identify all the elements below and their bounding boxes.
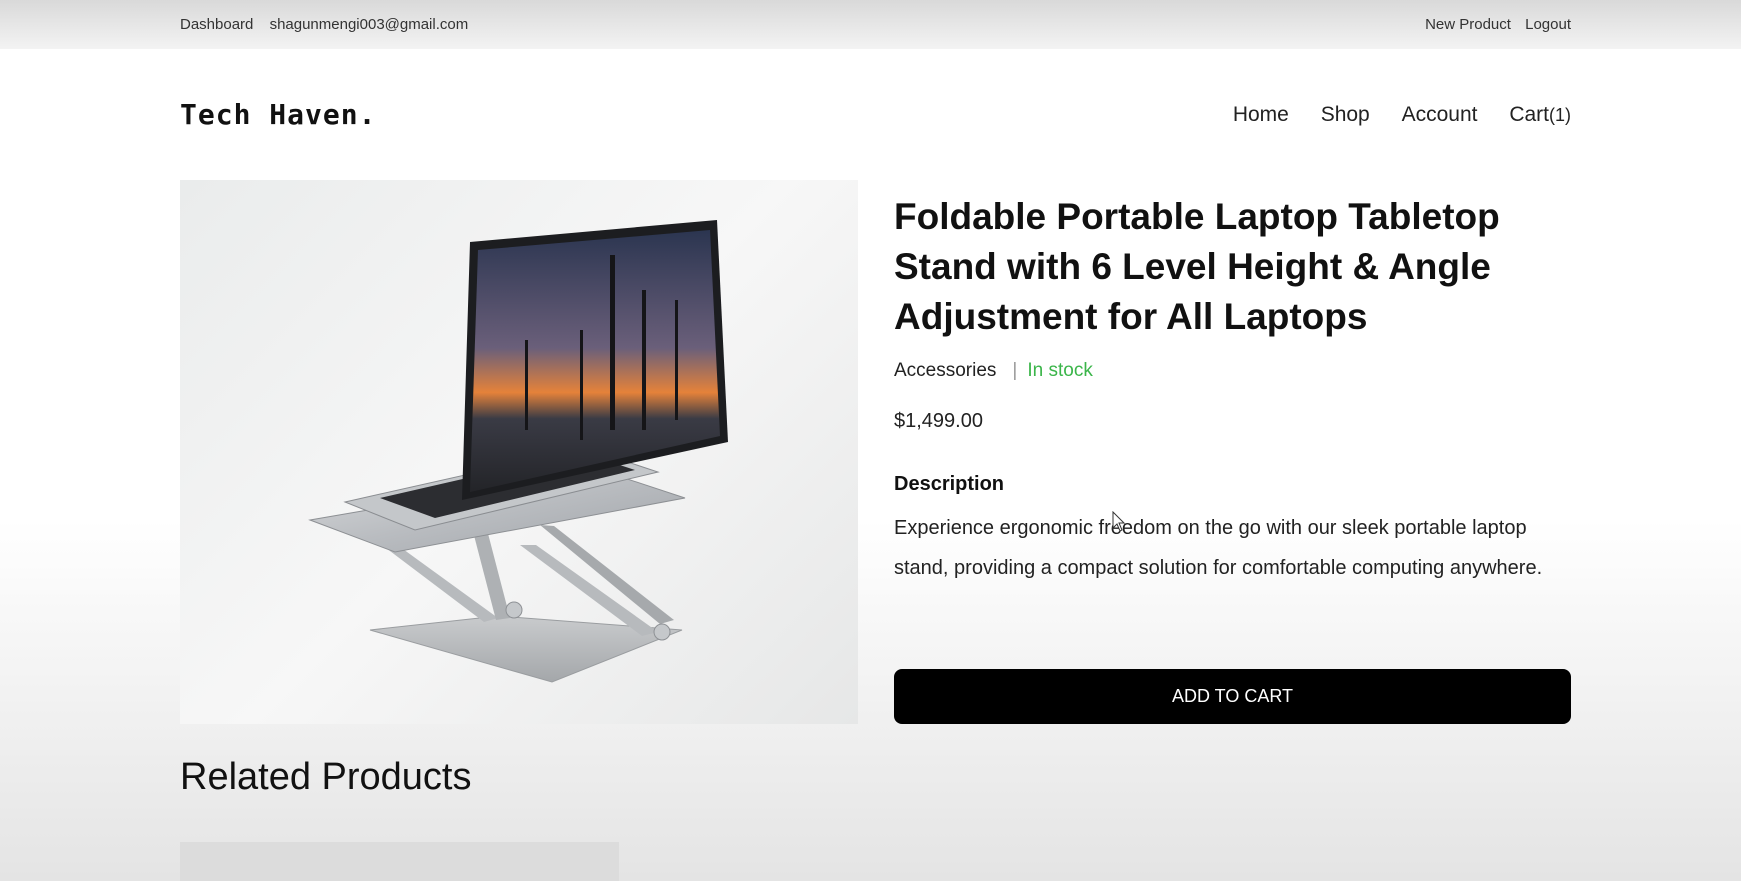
product-category[interactable]: Accessories [894,360,996,381]
description-heading: Description [894,473,1005,495]
nav-cart-label: Cart [1509,103,1549,126]
new-product-link[interactable]: New Product [1425,16,1511,33]
product-title: Foldable Portable Laptop Tabletop Stand … [894,196,1500,337]
admin-bar-right: New Product Logout [1415,16,1571,33]
product-image [180,180,858,724]
stock-status: In stock [1027,360,1093,381]
related-product-card[interactable] [180,842,619,881]
laptop-stand-illustration [308,220,728,683]
product-description: Experience ergonomic freedom on the go w… [894,517,1543,579]
add-to-cart-button[interactable]: ADD TO CART [894,669,1571,724]
product-meta: Accessories | In stock [894,360,1574,382]
cart-count-badge: (1) [1549,105,1571,125]
related-products-heading: Related Products [180,756,472,798]
meta-separator: | [1012,360,1018,381]
nav-shop[interactable]: Shop [1321,103,1370,126]
mouse-cursor-icon [1112,511,1126,532]
nav-cart[interactable]: Cart(1) [1509,103,1571,126]
admin-bar-left: Dashboard shagunmengi003@gmail.com [180,16,480,33]
product-info: Foldable Portable Laptop Tabletop Stand … [894,192,1574,588]
dashboard-link[interactable]: Dashboard [180,16,253,33]
user-email-link[interactable]: shagunmengi003@gmail.com [270,16,469,33]
nav-account[interactable]: Account [1402,103,1478,126]
site-logo[interactable]: Tech Haven. [180,98,376,131]
main-nav: Home Shop Account Cart(1) [1207,103,1571,127]
nav-home[interactable]: Home [1233,103,1289,126]
product-price: $1,499.00 [894,410,983,432]
admin-bar: Dashboard shagunmengi003@gmail.com New P… [0,0,1741,49]
logout-link[interactable]: Logout [1525,16,1571,33]
